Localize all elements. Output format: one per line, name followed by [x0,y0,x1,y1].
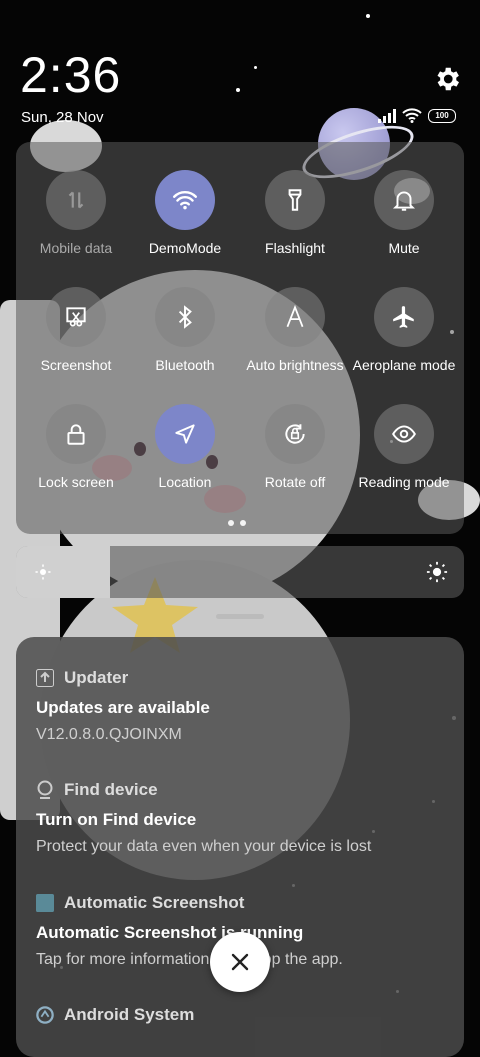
flashlight-icon [288,189,302,211]
date-label: Sun, 28 Nov [21,109,104,126]
tile-toggle[interactable] [155,287,215,347]
notification-app-name: Updater [64,668,129,687]
tile-toggle[interactable] [374,404,434,464]
clear-notifications-button[interactable] [210,932,270,992]
tile-label: Reading mode [358,474,450,490]
screenshot-icon [66,307,86,327]
auto-brightness-icon [286,304,304,328]
airplane-icon [393,306,414,328]
tile-mobile-data[interactable]: Mobile data [21,170,131,256]
bluetooth-icon [178,305,192,329]
lock-icon [67,424,85,445]
android-system-icon [36,1006,54,1024]
tile-toggle[interactable] [46,170,106,230]
tile-toggle[interactable] [265,170,325,230]
notification-android-system[interactable]: Android System [36,1005,456,1025]
brightness-slider[interactable] [16,546,464,598]
notification-title: Updates are available [36,698,210,717]
tile-toggle[interactable] [46,287,106,347]
tile-rotate-off[interactable]: Rotate off [240,404,350,490]
tile-label: Flashlight [265,240,325,256]
notification-updater[interactable]: Updater Updates are available V12.0.8.0.… [36,668,456,744]
notification-app-name: Find device [64,780,158,799]
tile-label: Lock screen [38,474,114,490]
rotate-lock-icon [285,424,305,444]
tile-label: DemoMode [148,240,222,256]
brightness-low-icon [35,564,51,580]
tile-mute[interactable]: Mute [349,170,459,256]
gear-icon[interactable] [432,64,462,94]
battery-indicator: 100 [428,108,456,123]
tile-label: Bluetooth [155,357,215,373]
location-icon [175,424,195,444]
tile-label: Rotate off [264,474,326,490]
tile-label: Mute [388,240,420,256]
tile-aeroplane-mode[interactable]: Aeroplane mode [349,287,459,373]
notification-body: V12.0.8.0.QJOINXM [36,726,182,743]
tile-label: Screenshot [40,357,112,373]
tile-flashlight[interactable]: Flashlight [240,170,350,256]
app-square-icon [36,894,54,912]
tile-toggle[interactable] [46,404,106,464]
tile-toggle[interactable] [155,404,215,464]
pager-dots [228,520,246,526]
tile-lock-screen[interactable]: Lock screen [21,404,131,490]
brightness-high-icon [426,561,448,583]
mobile-data-icon [68,191,84,209]
tile-toggle[interactable] [265,287,325,347]
tile-reading-mode[interactable]: Reading mode [349,404,459,490]
tile-label: Mobile data [39,240,113,256]
status-icons: 100 [378,108,456,123]
clock-time: 2:36 [20,47,122,103]
tile-toggle[interactable] [374,287,434,347]
notification-body: Protect your data even when your device … [36,838,372,855]
wifi-status-icon [402,108,422,123]
drag-handle[interactable] [216,614,264,619]
brightness-fill [16,546,111,598]
wifi-icon [172,191,198,210]
tile-toggle[interactable] [265,404,325,464]
notification-find-device[interactable]: Find device Turn on Find device Protect … [36,780,456,856]
notification-app-name: Android System [64,1005,195,1024]
eye-icon [392,425,416,443]
signal-icon [378,108,396,123]
tile-screenshot[interactable]: Screenshot [21,287,131,373]
tile-demomode[interactable]: DemoMode [130,170,240,256]
tile-bluetooth[interactable]: Bluetooth [130,287,240,373]
bell-icon [392,191,416,211]
tile-label: Auto brightness [246,357,344,373]
find-device-icon [36,780,54,799]
tile-toggle[interactable] [374,170,434,230]
tile-label: Location [158,474,212,490]
notification-title: Turn on Find device [36,810,197,829]
tile-label: Aeroplane mode [352,357,456,373]
notification-app-name: Automatic Screenshot [64,893,245,912]
update-icon [36,669,54,687]
tile-location[interactable]: Location [130,404,240,490]
close-icon [231,953,249,971]
tile-auto-brightness[interactable]: Auto brightness [240,287,350,373]
tile-toggle[interactable] [155,170,215,230]
